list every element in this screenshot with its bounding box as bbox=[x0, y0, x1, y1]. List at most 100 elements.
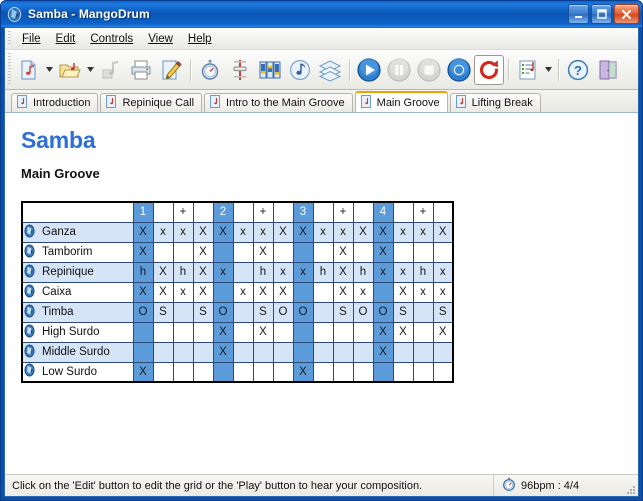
grid-cell[interactable] bbox=[173, 362, 193, 382]
grid-cell[interactable] bbox=[433, 242, 453, 262]
mixer-button[interactable] bbox=[255, 55, 285, 85]
play-button[interactable] bbox=[354, 55, 384, 85]
grid-cell[interactable]: X bbox=[153, 282, 173, 302]
stop-button[interactable] bbox=[414, 55, 444, 85]
grid-cell[interactable]: x bbox=[293, 262, 313, 282]
instrument-speaker-icon[interactable] bbox=[23, 264, 36, 281]
grid-cell[interactable] bbox=[413, 242, 433, 262]
grid-cell[interactable]: x bbox=[213, 262, 233, 282]
grid-cell[interactable]: O bbox=[273, 302, 293, 322]
grid-cell[interactable] bbox=[393, 342, 413, 362]
grid-header-subdivision[interactable] bbox=[233, 202, 253, 222]
grid-cell[interactable] bbox=[133, 322, 153, 342]
tab-repinique-call[interactable]: Repinique Call bbox=[100, 93, 202, 112]
grid-cell[interactable]: X bbox=[193, 222, 213, 242]
toolbar-grip[interactable] bbox=[8, 53, 11, 86]
grid-cell[interactable] bbox=[313, 362, 333, 382]
print-button[interactable] bbox=[126, 55, 156, 85]
grid-header-subdivision[interactable]: + bbox=[413, 202, 433, 222]
maximize-button[interactable] bbox=[591, 4, 612, 24]
grid-cell[interactable]: X bbox=[293, 222, 313, 242]
grid-cell[interactable]: x bbox=[413, 222, 433, 242]
grid-cell[interactable]: S bbox=[153, 302, 173, 322]
grid-cell[interactable] bbox=[153, 362, 173, 382]
instrument-label-cell[interactable]: Tamborim bbox=[22, 242, 133, 262]
grid-cell[interactable] bbox=[413, 322, 433, 342]
grid-cell[interactable] bbox=[133, 342, 153, 362]
grid-cell[interactable] bbox=[293, 342, 313, 362]
grid-header-subdivision[interactable] bbox=[313, 202, 333, 222]
grid-cell[interactable] bbox=[333, 322, 353, 342]
grid-cell[interactable]: X bbox=[133, 282, 153, 302]
grid-cell[interactable]: X bbox=[133, 222, 153, 242]
grid-cell[interactable]: O bbox=[133, 302, 153, 322]
layers-button[interactable] bbox=[315, 55, 345, 85]
grid-cell[interactable] bbox=[373, 282, 393, 302]
grid-cell[interactable] bbox=[413, 362, 433, 382]
grid-cell[interactable]: X bbox=[273, 282, 293, 302]
grid-cell[interactable]: x bbox=[173, 282, 193, 302]
grid-cell[interactable] bbox=[233, 262, 253, 282]
menu-view[interactable]: View bbox=[141, 31, 181, 47]
grid-cell[interactable] bbox=[313, 282, 333, 302]
tab-introduction[interactable]: Introduction bbox=[11, 93, 98, 112]
grid-cell[interactable]: X bbox=[393, 322, 413, 342]
grid-cell[interactable]: O bbox=[213, 302, 233, 322]
grid-cell[interactable]: S bbox=[193, 302, 213, 322]
grid-cell[interactable] bbox=[313, 322, 333, 342]
instrument-label-cell[interactable]: Ganza bbox=[22, 222, 133, 242]
grid-cell[interactable] bbox=[153, 342, 173, 362]
grid-cell[interactable] bbox=[193, 362, 213, 382]
grid-header-beat[interactable]: 3 bbox=[293, 202, 313, 222]
grid-cell[interactable] bbox=[173, 242, 193, 262]
grid-cell[interactable] bbox=[413, 342, 433, 362]
instrument-speaker-icon[interactable] bbox=[23, 363, 36, 380]
instrument-speaker-icon[interactable] bbox=[23, 284, 36, 301]
instruments-button[interactable] bbox=[285, 55, 315, 85]
grid-cell[interactable]: x bbox=[333, 222, 353, 242]
grid-cell[interactable] bbox=[333, 342, 353, 362]
grid-cell[interactable]: X bbox=[193, 282, 213, 302]
grid-cell[interactable]: X bbox=[133, 242, 153, 262]
grid-cell[interactable]: h bbox=[173, 262, 193, 282]
grid-cell[interactable]: X bbox=[253, 282, 273, 302]
grid-cell[interactable]: X bbox=[373, 322, 393, 342]
instrument-label-cell[interactable]: Repinique bbox=[22, 262, 133, 282]
grid-header-subdivision[interactable] bbox=[193, 202, 213, 222]
open-folder-dropdown[interactable] bbox=[85, 55, 96, 85]
grid-cell[interactable]: X bbox=[333, 282, 353, 302]
grid-cell[interactable]: X bbox=[373, 342, 393, 362]
instrument-label-cell[interactable]: Low Surdo bbox=[22, 362, 133, 382]
grid-cell[interactable] bbox=[153, 322, 173, 342]
grid-cell[interactable] bbox=[393, 242, 413, 262]
instrument-speaker-icon[interactable] bbox=[23, 224, 36, 241]
grid-cell[interactable]: X bbox=[213, 322, 233, 342]
grid-cell[interactable]: X bbox=[333, 262, 353, 282]
grid-cell[interactable] bbox=[173, 302, 193, 322]
grid-cell[interactable] bbox=[373, 362, 393, 382]
grid-header-subdivision[interactable]: + bbox=[333, 202, 353, 222]
grid-cell[interactable] bbox=[193, 342, 213, 362]
grid-cell[interactable] bbox=[253, 362, 273, 382]
grid-cell[interactable] bbox=[433, 362, 453, 382]
grid-cell[interactable]: x bbox=[393, 262, 413, 282]
grid-cell[interactable]: S bbox=[393, 302, 413, 322]
grid-cell[interactable]: X bbox=[253, 322, 273, 342]
grid-cell[interactable]: h bbox=[313, 262, 333, 282]
menu-grip[interactable] bbox=[8, 31, 11, 46]
grid-cell[interactable]: X bbox=[273, 222, 293, 242]
instrument-speaker-icon[interactable] bbox=[23, 324, 36, 341]
playlist-dropdown[interactable] bbox=[543, 55, 554, 85]
open-folder-button[interactable] bbox=[55, 55, 85, 85]
grid-cell[interactable] bbox=[233, 242, 253, 262]
grid-cell[interactable]: x bbox=[353, 282, 373, 302]
grid-header-subdivision[interactable]: + bbox=[173, 202, 193, 222]
grid-cell[interactable] bbox=[313, 342, 333, 362]
playlist-button[interactable] bbox=[513, 55, 543, 85]
grid-cell[interactable] bbox=[193, 322, 213, 342]
record-button[interactable] bbox=[444, 55, 474, 85]
grid-cell[interactable]: X bbox=[293, 362, 313, 382]
grid-cell[interactable]: S bbox=[433, 302, 453, 322]
grid-cell[interactable] bbox=[353, 242, 373, 262]
new-file-dropdown[interactable] bbox=[44, 55, 55, 85]
